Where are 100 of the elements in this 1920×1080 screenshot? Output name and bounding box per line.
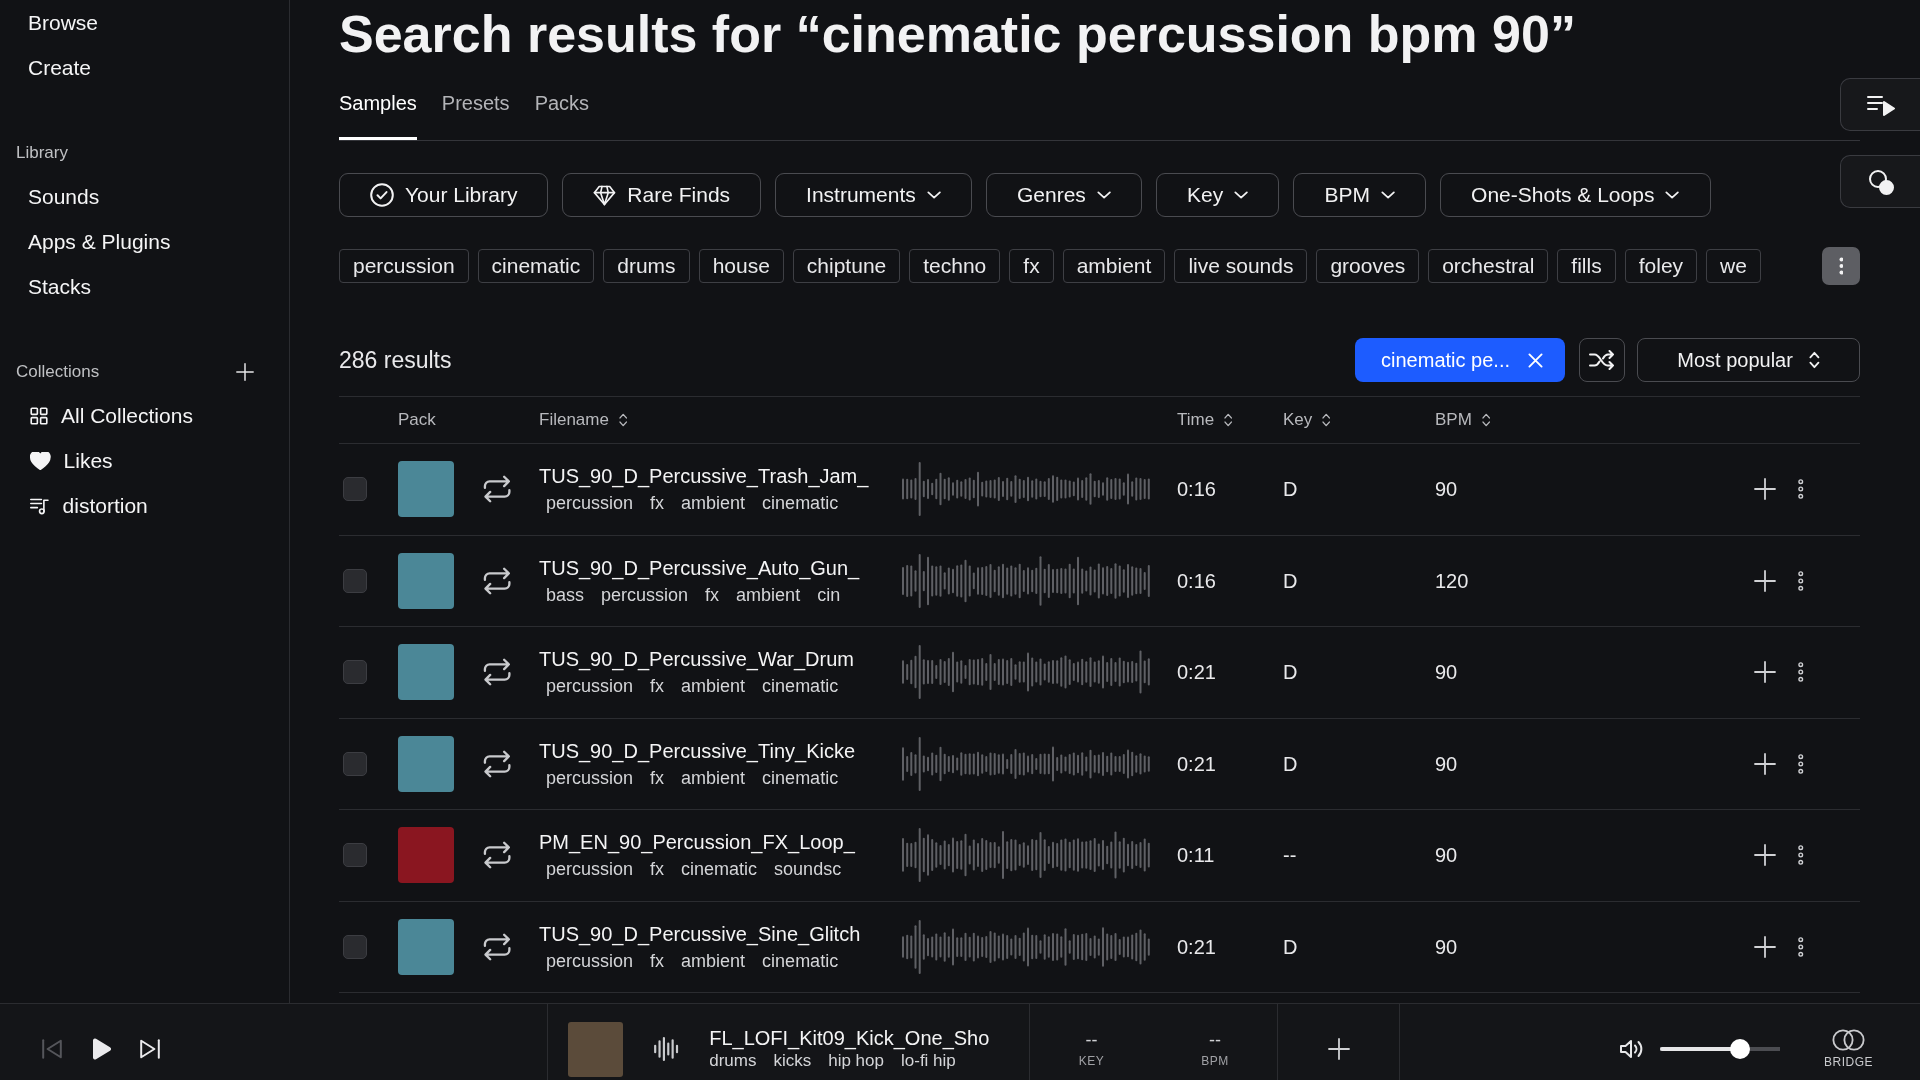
volume-icon[interactable]	[1619, 1038, 1645, 1060]
sidebar-item[interactable]: distortion	[16, 483, 160, 528]
add-collection-button[interactable]	[236, 363, 254, 381]
sidebar-item[interactable]: Sounds	[16, 174, 112, 219]
tab[interactable]: Samples	[339, 78, 417, 140]
add-button[interactable]	[1754, 844, 1776, 867]
slider-thumb[interactable]	[1730, 1039, 1750, 1059]
tag-link[interactable]: fx	[643, 949, 672, 972]
filter-button[interactable]: One-Shots & Loops	[1440, 173, 1711, 217]
filter-button[interactable]: Instruments	[775, 173, 972, 217]
tag-link[interactable]: fx	[643, 766, 672, 789]
add-button[interactable]	[1754, 935, 1776, 958]
tag-link[interactable]: ambient	[674, 949, 753, 972]
tag-filter[interactable]: drums	[603, 249, 690, 283]
tag-link[interactable]: fx	[643, 858, 672, 881]
tag-link[interactable]: lo-fi hip	[894, 1051, 963, 1071]
bridge-button[interactable]: BRIDGE	[1824, 1029, 1873, 1069]
play-button[interactable]	[91, 1038, 111, 1060]
sidebar-item[interactable]: Likes	[16, 438, 125, 483]
waveform-drawing[interactable]	[902, 736, 1152, 791]
shuffle-button[interactable]	[1579, 338, 1625, 382]
sort-dropdown[interactable]: Most popular	[1637, 338, 1860, 382]
waveform-drawing[interactable]	[902, 462, 1152, 517]
filter-button[interactable]: Key	[1156, 173, 1280, 217]
tag-link[interactable]: cinematic	[755, 492, 846, 515]
pack-art-placeholder[interactable]	[398, 461, 454, 518]
active-filter-chip[interactable]: cinematic pe...	[1355, 338, 1565, 382]
tab[interactable]: Packs	[534, 78, 590, 140]
tag-filter[interactable]: we	[1706, 249, 1761, 283]
tag-filter[interactable]: cinematic	[477, 249, 595, 283]
queue-button[interactable]	[1840, 78, 1920, 131]
tag-link[interactable]: fx	[643, 675, 672, 698]
tag-filter[interactable]: ambient	[1062, 249, 1166, 283]
waveform-drawing[interactable]	[902, 553, 1152, 608]
column-sort-header[interactable]: Key	[1283, 407, 1331, 433]
checkbox[interactable]	[343, 660, 367, 685]
tag-link[interactable]: percussion	[539, 675, 641, 698]
filter-button[interactable]: BPM	[1293, 173, 1427, 217]
more-tags-button[interactable]	[1822, 247, 1860, 285]
more-options-button[interactable]	[1798, 662, 1804, 683]
tag-filter[interactable]: chiptune	[792, 249, 901, 283]
tag-link[interactable]: percussion	[539, 949, 641, 972]
checkbox[interactable]	[343, 751, 367, 776]
tag-filter[interactable]: techno	[909, 249, 1001, 283]
tag-link[interactable]: ambient	[729, 583, 808, 606]
tag-link[interactable]: kicks	[766, 1051, 819, 1071]
add-button[interactable]	[1754, 569, 1776, 592]
column-sort-header[interactable]: Filename	[539, 407, 628, 433]
tag-link[interactable]: cinematic	[755, 675, 846, 698]
next-button[interactable]	[139, 1038, 161, 1060]
close-icon[interactable]	[1528, 352, 1543, 368]
tag-link[interactable]: cinematic	[674, 858, 765, 881]
more-options-button[interactable]	[1798, 570, 1804, 591]
tag-link[interactable]: fx	[698, 583, 727, 606]
tag-link[interactable]: cin	[810, 583, 848, 606]
tag-link[interactable]: cinematic	[755, 949, 846, 972]
waveform-drawing[interactable]	[902, 919, 1152, 974]
tag-link[interactable]: soundsc	[767, 858, 849, 881]
filter-button[interactable]: Genres	[985, 173, 1143, 217]
tag-link[interactable]: fx	[643, 492, 672, 515]
add-button[interactable]	[1327, 1038, 1350, 1060]
waveform-drawing[interactable]	[902, 828, 1152, 883]
waveform-icon[interactable]	[653, 1037, 680, 1061]
tag-filter[interactable]: fx	[1009, 249, 1054, 283]
add-button[interactable]	[1754, 752, 1776, 775]
sidebar-item[interactable]: All Collections	[16, 393, 205, 438]
filter-button[interactable]: Your Library	[339, 173, 549, 217]
tag-filter[interactable]: percussion	[339, 249, 469, 283]
column-sort-header[interactable]: BPM	[1435, 407, 1491, 433]
nav-link[interactable]: Browse	[16, 0, 111, 45]
tag-filter[interactable]: live sounds	[1174, 249, 1308, 283]
filter-button[interactable]: Rare Finds	[562, 173, 762, 217]
tag-link[interactable]: drums	[702, 1051, 764, 1071]
checkbox[interactable]	[343, 568, 367, 593]
checkbox[interactable]	[343, 477, 367, 502]
tag-link[interactable]: percussion	[539, 492, 641, 515]
tag-filter[interactable]: house	[698, 249, 784, 283]
pack-art-placeholder[interactable]	[398, 552, 454, 609]
tag-link[interactable]: ambient	[674, 675, 753, 698]
checkbox[interactable]	[343, 843, 367, 868]
pack-art-placeholder[interactable]	[398, 644, 454, 701]
tag-link[interactable]: hip hop	[821, 1051, 891, 1071]
pack-art-placeholder[interactable]	[398, 918, 454, 975]
add-button[interactable]	[1754, 661, 1776, 684]
sidebar-item[interactable]: Apps & Plugins	[16, 219, 183, 264]
more-options-button[interactable]	[1798, 479, 1804, 500]
tag-filter[interactable]: fills	[1557, 249, 1616, 283]
add-button[interactable]	[1754, 478, 1776, 501]
tab[interactable]: Presets	[441, 78, 510, 140]
pack-art-placeholder[interactable]	[398, 735, 454, 792]
tag-link[interactable]: bass	[539, 583, 592, 606]
column-sort-header[interactable]: Time	[1177, 407, 1233, 433]
tag-link[interactable]: ambient	[674, 492, 753, 515]
tag-link[interactable]: percussion	[539, 766, 641, 789]
more-options-button[interactable]	[1798, 753, 1804, 774]
tag-link[interactable]: cinematic	[755, 766, 846, 789]
more-options-button[interactable]	[1798, 936, 1804, 957]
side-panel-button[interactable]	[1840, 155, 1920, 208]
nav-link[interactable]: Create	[16, 45, 104, 90]
tag-link[interactable]: ambient	[674, 766, 753, 789]
